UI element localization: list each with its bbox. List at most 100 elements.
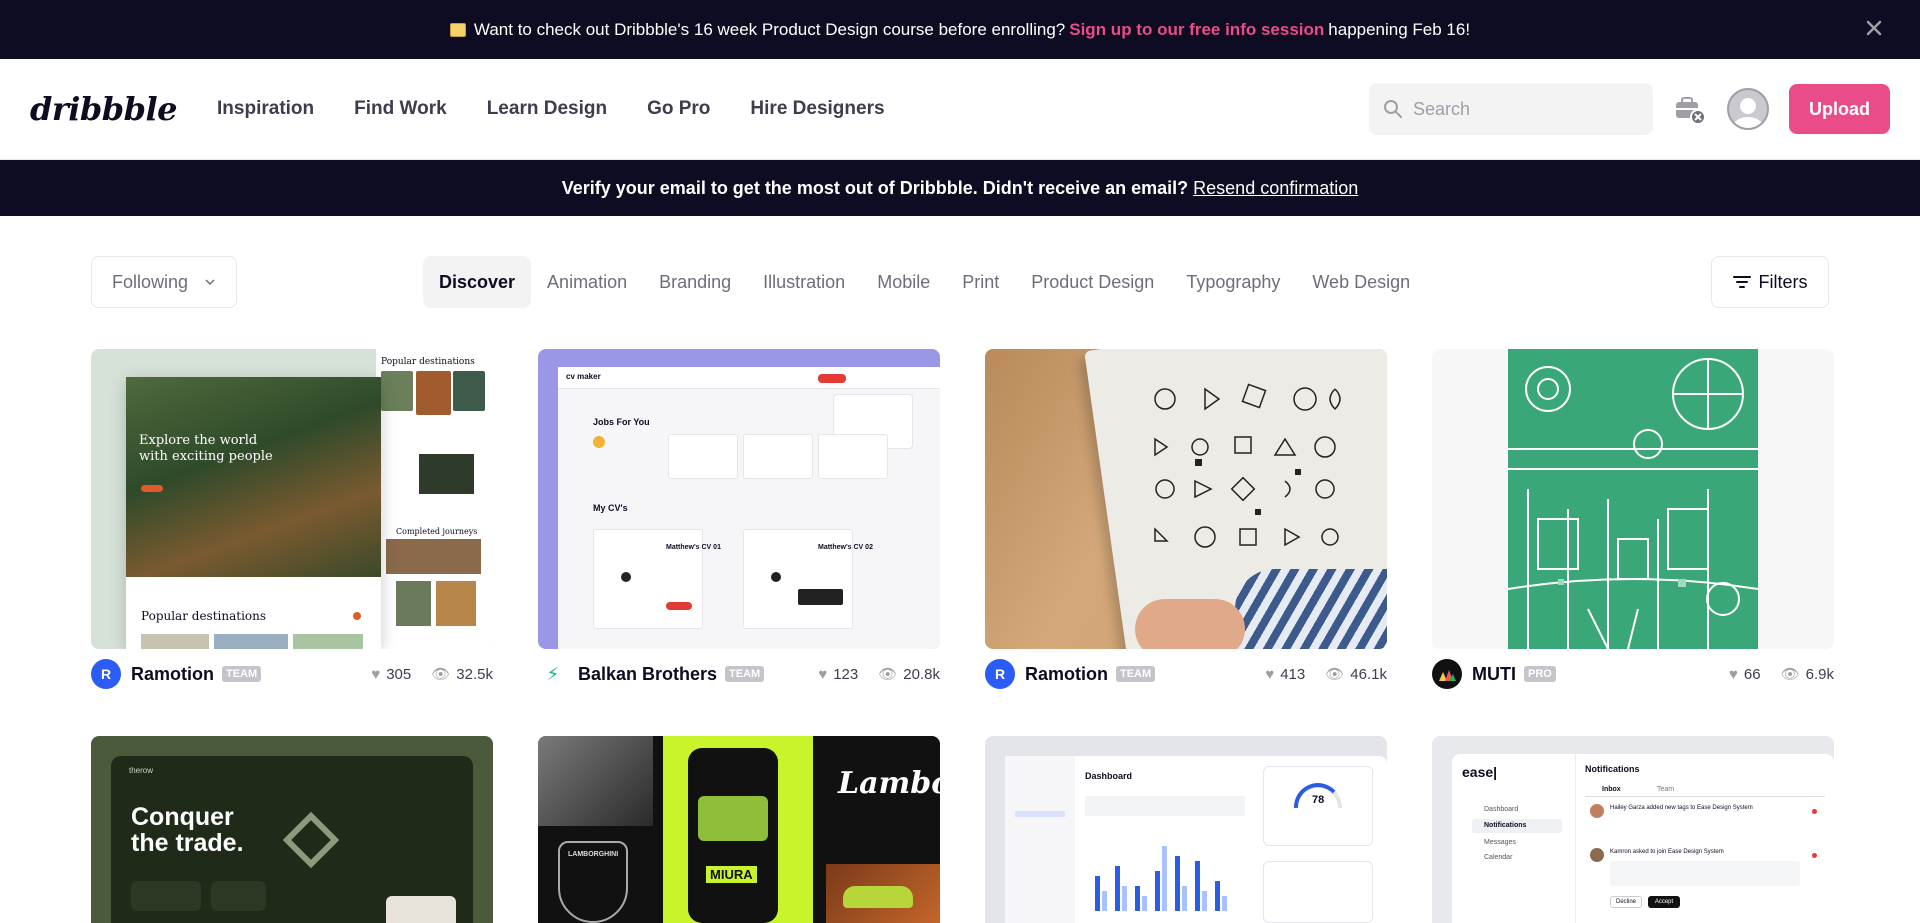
- author-avatar[interactable]: R: [91, 659, 121, 689]
- pro-badge: PRO: [1524, 666, 1556, 682]
- announcement-bar: Want to check out Dribbble's 16 week Pro…: [0, 0, 1920, 59]
- main-nav: Inspiration Find Work Learn Design Go Pr…: [217, 98, 885, 120]
- category-tabs: Discover Animation Branding Illustration…: [423, 256, 1426, 308]
- art-metric: 78: [1312, 794, 1325, 806]
- team-badge: TEAM: [1116, 666, 1156, 682]
- art-notification: Kamron asked to join Ease Design System: [1610, 849, 1724, 855]
- eye-icon: 👁: [431, 666, 451, 683]
- tab-animation[interactable]: Animation: [531, 256, 643, 308]
- announcement-text-after: happening Feb 16!: [1328, 19, 1471, 39]
- shot-card: LAMBORGHINI MIURA Lambo: [538, 736, 940, 923]
- close-icon[interactable]: [1864, 18, 1884, 38]
- tab-branding[interactable]: Branding: [643, 256, 747, 308]
- nav-inspiration[interactable]: Inspiration: [217, 98, 314, 120]
- author-avatar[interactable]: ⚡: [538, 659, 568, 689]
- art-subtitle: Popular destinations: [141, 609, 267, 623]
- art-accept: Accept: [1648, 896, 1680, 908]
- tab-discover[interactable]: Discover: [423, 256, 532, 308]
- art-title: Notifications: [1585, 764, 1640, 774]
- nav-find-work[interactable]: Find Work: [354, 98, 447, 120]
- chevron-down-icon: [205, 279, 215, 286]
- tab-typography[interactable]: Typography: [1170, 256, 1296, 308]
- heart-icon[interactable]: ♥: [371, 666, 380, 683]
- shot-thumbnail[interactable]: cv maker Jobs For You My CV's Matthew's …: [538, 349, 940, 649]
- search-input[interactable]: [1413, 98, 1633, 120]
- author-name[interactable]: MUTI: [1472, 664, 1516, 685]
- art-brand: LAMBORGHINI: [568, 851, 619, 858]
- shot-thumbnail[interactable]: Dashboard 78: [985, 736, 1387, 923]
- shot-thumbnail[interactable]: ease| Dashboard Notifications Messages C…: [1432, 736, 1834, 923]
- nav-learn-design[interactable]: Learn Design: [487, 98, 607, 120]
- shot-thumbnail[interactable]: LAMBORGHINI MIURA Lambo: [538, 736, 940, 923]
- art-line1: Conquer: [131, 803, 234, 831]
- tab-mobile[interactable]: Mobile: [861, 256, 946, 308]
- filter-icon: [1732, 276, 1751, 288]
- shot-card: Popular destinations Completed journeys …: [91, 349, 493, 699]
- briefcase-icon[interactable]: [1673, 92, 1707, 126]
- shot-meta: ⚡ Balkan Brothers TEAM ♥ 123 👁 20.8k: [538, 649, 940, 699]
- author-name[interactable]: Ramotion: [1025, 664, 1108, 685]
- likes-count: 66: [1743, 665, 1761, 683]
- tab-product-design[interactable]: Product Design: [1015, 256, 1170, 308]
- art-tab: Inbox: [1602, 786, 1621, 793]
- site-header: dribbble Inspiration Find Work Learn Des…: [0, 59, 1920, 160]
- shot-thumbnail[interactable]: Popular destinations Completed journeys …: [91, 349, 493, 649]
- tab-print[interactable]: Print: [946, 256, 1015, 308]
- art-script: Lambo: [838, 766, 940, 801]
- shot-meta: R Ramotion TEAM ♥ 413 👁 46.1k: [985, 649, 1387, 699]
- author-avatar[interactable]: R: [985, 659, 1015, 689]
- verify-text: Verify your email to get the most out of…: [561, 177, 1189, 198]
- filter-row: Following Discover Animation Branding Il…: [0, 216, 1920, 336]
- views-count: 6.9k: [1805, 665, 1834, 683]
- upload-button[interactable]: Upload: [1789, 84, 1890, 134]
- following-dropdown[interactable]: Following: [91, 256, 237, 308]
- announcement-link[interactable]: Sign up to our free info session: [1069, 20, 1324, 40]
- header-actions: Upload: [1369, 83, 1890, 135]
- views-count: 20.8k: [903, 665, 940, 683]
- art-section: My CV's: [593, 503, 628, 513]
- shot-thumbnail[interactable]: [985, 349, 1387, 649]
- shot-thumbnail[interactable]: [1432, 349, 1834, 649]
- shot-card: MUTI PRO ♥ 66 👁 6.9k: [1432, 349, 1834, 699]
- city-illustration: [1508, 349, 1758, 649]
- art-brand: cv maker: [566, 372, 601, 381]
- art-text: Completed journeys: [396, 527, 478, 536]
- nav-hire-designers[interactable]: Hire Designers: [750, 98, 884, 120]
- art-nav: Notifications: [1484, 822, 1527, 829]
- art-notification: Hailey Garza added new tags to Ease Desi…: [1610, 805, 1753, 811]
- team-badge: TEAM: [725, 666, 765, 682]
- eye-icon: 👁: [1325, 666, 1345, 683]
- shot-meta: MUTI PRO ♥ 66 👁 6.9k: [1432, 649, 1834, 699]
- art-text: Popular destinations: [381, 357, 475, 367]
- resend-confirmation-link[interactable]: Resend confirmation: [1193, 178, 1358, 199]
- shot-thumbnail[interactable]: therow Conquer the trade.: [91, 736, 493, 923]
- art-brand: therow: [129, 766, 154, 775]
- filters-button[interactable]: Filters: [1711, 256, 1829, 308]
- art-cv1: Matthew's CV 01: [666, 544, 721, 551]
- shot-meta: R Ramotion TEAM ♥ 305 👁 32.5k: [91, 649, 493, 699]
- heart-icon[interactable]: ♥: [1265, 666, 1274, 683]
- filters-label: Filters: [1758, 271, 1808, 292]
- tab-illustration[interactable]: Illustration: [747, 256, 861, 308]
- dribbble-logo[interactable]: dribbble: [30, 90, 178, 128]
- bar-chart-graphic: [1095, 846, 1227, 911]
- heart-icon[interactable]: ♥: [1729, 666, 1738, 683]
- eye-icon: 👁: [1780, 666, 1800, 683]
- author-name[interactable]: Balkan Brothers: [578, 664, 717, 685]
- search-box[interactable]: [1369, 83, 1653, 135]
- author-name[interactable]: Ramotion: [131, 664, 214, 685]
- nav-go-pro[interactable]: Go Pro: [647, 98, 710, 120]
- author-avatar[interactable]: [1432, 659, 1462, 689]
- eye-icon: 👁: [878, 666, 898, 683]
- art-decline: Decline: [1610, 896, 1642, 908]
- shot-stats: ♥ 123 👁 20.8k: [818, 665, 940, 684]
- shot-card: Dashboard 78: [985, 736, 1387, 923]
- art-nav: Messages: [1484, 839, 1516, 846]
- shot-card: cv maker Jobs For You My CV's Matthew's …: [538, 349, 940, 699]
- views-count: 46.1k: [1350, 665, 1387, 683]
- art-brand: ease|: [1462, 764, 1498, 780]
- likes-count: 123: [833, 665, 859, 683]
- tab-web-design[interactable]: Web Design: [1296, 256, 1426, 308]
- user-avatar[interactable]: [1727, 88, 1769, 130]
- heart-icon[interactable]: ♥: [818, 666, 827, 683]
